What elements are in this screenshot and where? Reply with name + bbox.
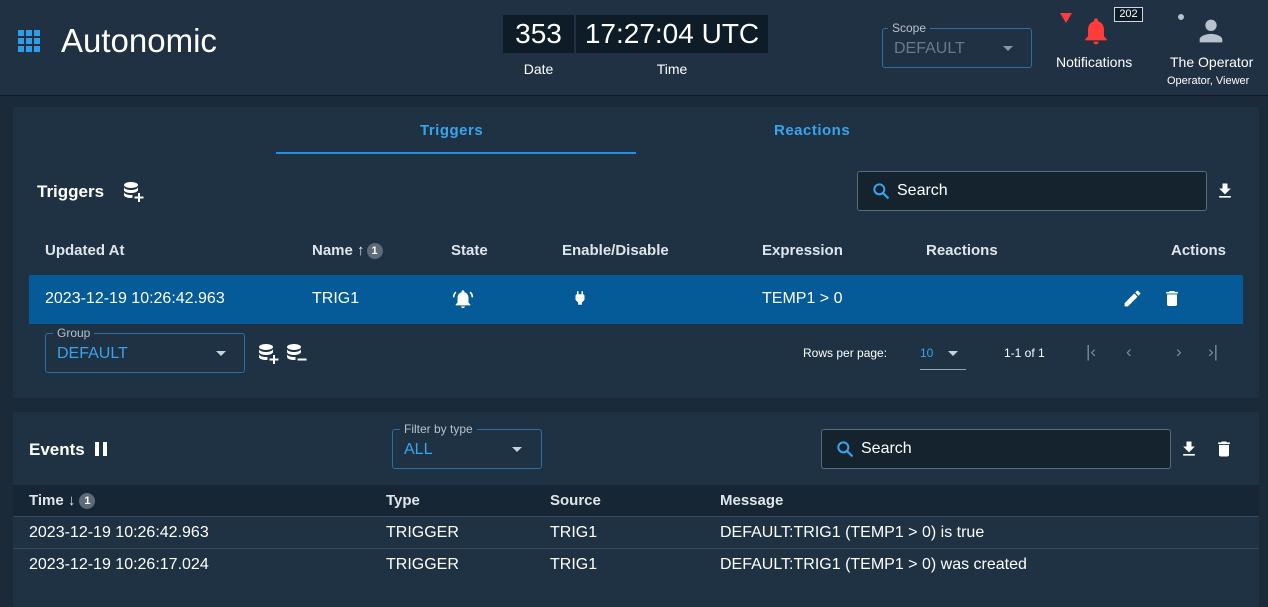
events-table-header (13, 485, 1259, 517)
chevron-down-icon (512, 447, 522, 452)
active-tab-indicator (276, 152, 636, 154)
last-page-icon[interactable]: ›| (1208, 342, 1218, 362)
pause-icon[interactable] (93, 440, 109, 458)
rows-per-page-select[interactable]: 10 (920, 346, 933, 360)
arrow-up-icon: ↑ (352, 242, 365, 259)
event-source: TRIG1 (550, 524, 598, 541)
triggers-title: Triggers (37, 182, 105, 201)
scope-value: DEFAULT (894, 40, 965, 57)
col-expression[interactable]: Expression (762, 242, 843, 259)
events-title: Events (29, 440, 85, 459)
filter-type-value: ALL (404, 441, 433, 458)
plug-icon[interactable] (571, 287, 589, 309)
download-icon[interactable] (1215, 180, 1235, 202)
sort-badge: 1 (79, 493, 96, 509)
col-time[interactable]: Time ↓ 1 (29, 492, 96, 509)
tab-triggers[interactable]: Triggers (420, 122, 483, 139)
alarm-bell-icon (452, 290, 474, 309)
col-message[interactable]: Message (720, 492, 783, 509)
col-source[interactable]: Source (550, 492, 601, 509)
col-name-label: Name (312, 242, 353, 259)
user-name[interactable]: The Operator (1170, 54, 1253, 70)
event-time: 2023-12-19 10:26:42.963 (29, 524, 209, 541)
rows-per-page-label: Rows per page: (803, 346, 888, 360)
notifications-badge: 202 (1114, 7, 1143, 22)
database-plus-icon[interactable] (121, 180, 145, 204)
chevron-down-icon (1003, 46, 1013, 51)
col-time-label: Time (29, 492, 64, 509)
event-type: TRIGGER (386, 524, 459, 541)
event-time: 2023-12-19 10:26:17.024 (29, 556, 209, 573)
database-minus-icon[interactable] (284, 342, 308, 366)
date-display: 353 (503, 15, 574, 53)
events-search-placeholder: Search (861, 440, 912, 457)
filter-type-label: Filter by type (400, 422, 477, 436)
triggers-search-placeholder: Search (897, 182, 948, 199)
delete-icon[interactable] (1162, 288, 1182, 309)
rows-per-page-underline (920, 369, 966, 370)
trigger-expression: TEMP1 > 0 (762, 290, 843, 307)
col-type[interactable]: Type (386, 492, 420, 509)
group-value: DEFAULT (57, 345, 128, 362)
time-label: Time (656, 61, 688, 77)
scope-label: Scope (888, 21, 931, 35)
col-reactions: Reactions (926, 242, 998, 259)
col-enable-disable: Enable/Disable (562, 242, 669, 259)
col-updated-at[interactable]: Updated At (45, 242, 124, 259)
row-divider (13, 548, 1259, 549)
pagination-range: 1-1 of 1 (1004, 346, 1045, 360)
chevron-down-icon (216, 351, 226, 356)
search-icon (873, 183, 890, 200)
col-name[interactable]: Name ↑ 1 (312, 242, 383, 259)
user-role: Operator, Viewer (1167, 75, 1250, 87)
trigger-updated-at: 2023-12-19 10:26:42.963 (45, 290, 225, 307)
previous-page-icon[interactable]: ‹ (1126, 342, 1132, 362)
group-label: Group (53, 326, 95, 340)
top-bar: Autonomic 353 17:27:04 UTC Date Time Sco… (0, 0, 1268, 96)
app-title: Autonomic (61, 22, 217, 59)
first-page-icon[interactable]: |‹ (1086, 342, 1096, 362)
next-page-icon[interactable]: › (1176, 342, 1182, 362)
event-message: DEFAULT:TRIG1 (TEMP1 > 0) is true (720, 524, 985, 541)
col-state: State (451, 242, 488, 259)
tab-reactions[interactable]: Reactions (774, 122, 850, 139)
bell-icon[interactable] (1080, 14, 1112, 48)
event-type: TRIGGER (386, 556, 459, 573)
chevron-down-icon (948, 351, 958, 356)
arrow-down-icon: ↓ (63, 492, 76, 509)
download-icon[interactable] (1179, 438, 1199, 460)
account-icon[interactable] (1194, 14, 1228, 48)
delete-icon[interactable] (1214, 438, 1234, 460)
database-plus-icon[interactable] (256, 342, 280, 366)
col-actions: Actions (1171, 242, 1227, 259)
event-message: DEFAULT:TRIG1 (TEMP1 > 0) was created (720, 556, 1027, 573)
apps-grid-icon[interactable] (18, 30, 40, 52)
trigger-name: TRIG1 (312, 290, 360, 307)
search-icon (837, 441, 854, 458)
notifications-label[interactable]: Notifications (1056, 54, 1132, 70)
alert-indicator-icon (1060, 13, 1072, 23)
status-dot (1178, 14, 1184, 20)
sort-badge: 1 (366, 243, 383, 259)
time-display: 17:27:04 UTC (576, 15, 768, 53)
pencil-icon[interactable] (1122, 288, 1143, 309)
date-label: Date (523, 61, 554, 77)
event-source: TRIG1 (550, 556, 598, 573)
